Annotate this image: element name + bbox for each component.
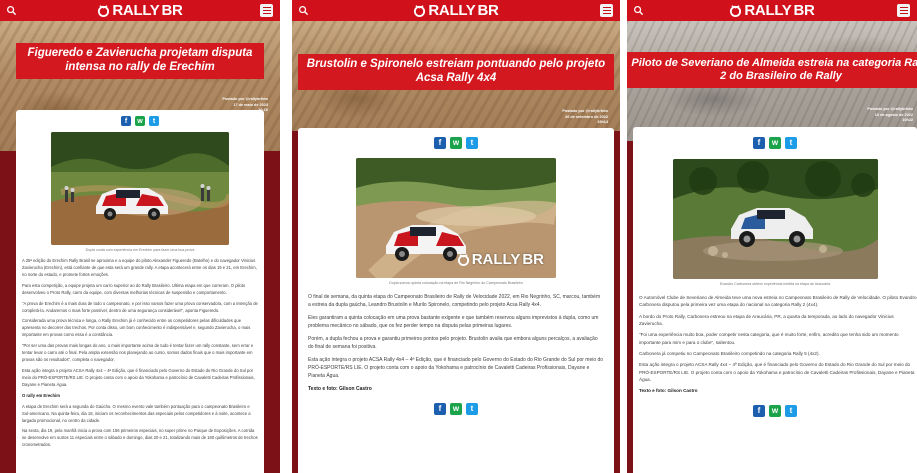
article-title: Figueredo e Zavierucha projetam disputa …	[16, 43, 264, 79]
body-paragraph: O Automóvel Clube de Severiano de Almeid…	[639, 295, 917, 308]
body-paragraph: Esta ação integra o projeto ACSA Rally 4…	[22, 367, 255, 387]
article-body: O Automóvel Clube de Severiano de Almeid…	[633, 294, 917, 395]
body-paragraph: "Foi uma experiência muito boa, poder co…	[639, 332, 899, 345]
body-paragraph: Considerada uma prova técnica e longa, o…	[22, 318, 251, 338]
photo-caption: Dupla somou quinta colocação na etapa de…	[389, 281, 523, 285]
body-paragraph: "A prova de Erechim é a mais dura de tod…	[22, 300, 258, 313]
article-photo	[672, 159, 878, 279]
article-screenshot-2: RALLY BR Brustolin e Spironelo estreiam p…	[292, 0, 620, 473]
body-paragraph: Esta ação integra o projeto ACSA Rally 4…	[639, 362, 915, 383]
site-logo[interactable]: RALLY BR	[97, 2, 183, 19]
photo-caption: Dupla conta com experiência em Erechim p…	[85, 248, 195, 252]
article-photo: RALLY BR	[356, 158, 556, 278]
hero-background: Brustolin e Spironelo estreiam pontuando…	[292, 21, 620, 131]
twitter-share-button[interactable]: t	[785, 404, 797, 417]
facebook-share-button[interactable]: f	[434, 137, 446, 149]
site-logo[interactable]: RALLY BR	[413, 2, 499, 19]
share-buttons: f w t	[16, 116, 264, 126]
watermark-suffix: BR	[522, 251, 544, 268]
body-paragraph: A bordo do Proto Rally, Carbonera estreo…	[639, 313, 894, 327]
facebook-share-button[interactable]: f	[121, 116, 131, 126]
header-bar: RALLY BR	[627, 0, 917, 21]
hamburger-menu-icon[interactable]	[260, 4, 273, 17]
photo-caption: Evandro Carbonera obteve experiência iné…	[719, 282, 831, 286]
logo-prefix: RALLY	[744, 2, 792, 19]
article-body: O final de semana, da quinta etapa do Ca…	[298, 293, 614, 393]
body-paragraph: A etapa de Erechim será a segunda do Gaú…	[22, 403, 251, 423]
meta-time: 10h22	[902, 118, 913, 123]
twitter-share-button[interactable]: t	[466, 403, 478, 415]
body-paragraph: Para esta competição, a equipe projeta u…	[22, 282, 246, 295]
meta-author: Postado por @rallybrfoto	[562, 109, 608, 113]
article-title: Piloto de Severiano de Almeida estreia n…	[627, 52, 917, 88]
meta-author: Postado por @rallybrfoto	[867, 107, 913, 111]
facebook-share-button[interactable]: f	[753, 404, 765, 417]
search-icon[interactable]	[6, 5, 17, 16]
logo-mark-icon	[98, 5, 110, 17]
logo-suffix: BR	[161, 2, 183, 19]
whatsapp-share-button[interactable]: w	[450, 137, 462, 149]
hamburger-menu-icon[interactable]	[600, 4, 613, 17]
logo-suffix: BR	[793, 2, 815, 19]
whatsapp-share-button[interactable]: w	[450, 403, 462, 415]
article-meta: Postado por @rallybrfoto 26 de setembro …	[562, 109, 608, 126]
share-buttons: f w t	[298, 137, 614, 149]
article-screenshot-3: RALLY BR Piloto de Severiano de Almeida e…	[627, 0, 917, 473]
article-card: f w t Evandro Carbonera obteve experiênc…	[633, 127, 917, 473]
twitter-share-button[interactable]: t	[785, 137, 797, 149]
search-icon[interactable]	[298, 5, 309, 16]
search-icon[interactable]	[633, 5, 644, 16]
site-logo[interactable]: RALLY BR	[729, 2, 815, 19]
article-body: A 25ª edição do Erechim Rally Brasil se …	[16, 258, 264, 449]
logo-mark-icon	[414, 5, 426, 17]
rally-car-photo	[672, 159, 878, 279]
whatsapp-share-button[interactable]: w	[135, 116, 145, 126]
meta-time: 19h14	[597, 120, 608, 125]
article-screenshot-1: RALLY BR Figueredo e Zavierucha projetam …	[0, 0, 280, 473]
meta-author: Postado por @rallybrfoto	[222, 97, 268, 101]
article-title: Brustolin e Spironelo estreiam pontuando…	[298, 54, 614, 90]
watermark-prefix: RALLY	[471, 251, 521, 268]
body-paragraph: "Por ser uma das provas mais longas do a…	[22, 343, 254, 363]
rally-car-photo	[51, 132, 229, 245]
twitter-share-button[interactable]: t	[466, 137, 478, 149]
header-bar: RALLY BR	[292, 0, 620, 21]
share-buttons: f w t	[633, 137, 917, 149]
article-photo	[51, 132, 229, 245]
body-paragraph: O final de semana, da quinta etapa do Ca…	[308, 294, 601, 308]
logo-mark-icon	[730, 5, 742, 17]
body-paragraph: Na sexta, dia 19, pela manhã inicia a pr…	[22, 428, 258, 448]
article-card: f w t Dupla conta com experiência em Ere…	[16, 110, 264, 473]
logo-prefix: RALLY	[428, 2, 476, 19]
header-bar: RALLY BR	[0, 0, 280, 21]
facebook-share-button[interactable]: f	[434, 403, 446, 415]
article-card: f w t RALLY BR Dupla somou quinta coloca…	[298, 128, 614, 473]
logo-prefix: RALLY	[112, 2, 160, 19]
article-meta: Postado por @rallybrfoto 13 de agosto de…	[867, 107, 913, 124]
body-paragraph: Esta ação integra o projeto ACSA Rally 4…	[308, 357, 604, 379]
body-paragraph: Porém, a dupla fechou a prova e garantiu…	[308, 336, 598, 350]
share-buttons-bottom: f w t	[633, 404, 917, 417]
whatsapp-share-button[interactable]: w	[769, 137, 781, 149]
body-paragraph: A 25ª edição do Erechim Rally Brasil se …	[22, 258, 257, 277]
hero-background: Piloto de Severiano de Almeida estreia n…	[627, 21, 917, 141]
logo-suffix: BR	[477, 2, 499, 19]
logo-mark-icon	[457, 254, 469, 266]
photo-watermark: RALLY BR	[457, 251, 544, 268]
article-credit: Texto e foto: Gilson Castro	[639, 388, 698, 394]
share-buttons-bottom: f w t	[298, 403, 614, 415]
facebook-share-button[interactable]: f	[753, 137, 765, 149]
whatsapp-share-button[interactable]: w	[769, 404, 781, 417]
body-subheading: O rally em Erechim	[22, 392, 60, 398]
article-credit: Texto e foto: Gilson Castro	[308, 386, 372, 392]
body-paragraph: Carbonera já competiu no Campeonato Bras…	[639, 351, 820, 357]
hamburger-menu-icon[interactable]	[897, 4, 910, 17]
twitter-share-button[interactable]: t	[149, 116, 159, 126]
body-paragraph: Eles garantiram a quinta colocação em um…	[308, 315, 599, 329]
